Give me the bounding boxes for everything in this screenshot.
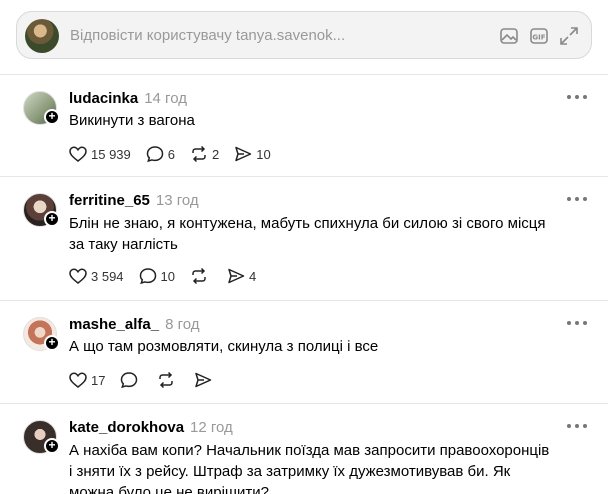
send-icon [228,268,245,284]
comment-actions: 3 594 10 4 [68,266,270,286]
more-options-icon[interactable] [567,95,587,101]
comment-icon [139,268,156,285]
comment-icon [121,372,138,389]
more-options-icon[interactable] [567,321,587,327]
follow-plus-icon[interactable]: + [44,109,60,125]
timestamp: 12 год [190,419,233,436]
svg-text:GIF: GIF [532,34,545,42]
reply-button[interactable] [119,370,142,390]
gif-icon[interactable]: GIF [528,25,550,47]
follow-plus-icon[interactable]: + [44,438,60,454]
repost-icon [192,267,206,285]
share-button[interactable] [193,370,216,390]
reply-count: 6 [167,146,175,162]
timestamp: 13 год [155,192,199,209]
heart-icon [69,372,87,388]
more-options-icon[interactable] [567,424,587,430]
more-options-icon[interactable] [567,197,587,203]
username-text[interactable]: ludacinka [69,90,138,107]
repost-button[interactable]: 2 [189,144,219,164]
repost-count: 2 [212,146,220,162]
repost-icon [159,371,174,389]
timestamp: 8 год [165,316,200,333]
share-button[interactable]: 10 [233,144,271,164]
comment-actions: 15 939 6 2 10 [68,144,285,164]
share-count: 10 [256,146,271,162]
username-text[interactable]: mashe_alfa_ [69,316,159,333]
comment-item: + ferritine_65 13 год Блін не знаю, я кон… [0,176,608,302]
comment-text: Блін не знаю, я контужена, мабуть спихну… [69,215,546,253]
comment-item: + mashe_alfa_ 8 год А що там розмовляти, … [0,300,608,404]
reply-avatar [25,19,59,53]
comment-text: Викинути з вагона [69,112,195,129]
share-count: 4 [249,268,257,284]
repost-icon [192,145,206,163]
follow-plus-icon[interactable]: + [44,211,60,227]
username-text[interactable]: ferritine_65 [69,192,150,209]
username[interactable]: ferritine_65 13 год [69,192,199,209]
send-icon [195,372,212,388]
timestamp: 14 год [144,90,187,107]
comment-item: + ludacinka 14 год Викинути з вагона 15 9… [0,74,608,184]
like-button[interactable]: 15 939 [68,144,131,164]
username[interactable]: ludacinka 14 год [69,90,187,107]
like-button[interactable]: 17 [68,370,105,390]
heart-icon [69,146,87,162]
like-button[interactable]: 3 594 [68,266,124,286]
comment-text: А що там розмовляти, скинула з полиці і … [69,338,379,355]
follow-plus-icon[interactable]: + [44,335,60,351]
expand-icon[interactable] [558,25,580,47]
reply-count: 10 [160,268,176,284]
heart-icon [69,268,87,284]
reply-bar[interactable]: Відповісти користувачу tanya.savenok... … [16,11,592,59]
reply-input[interactable]: Відповісти користувачу tanya.savenok... [70,27,345,44]
username[interactable]: mashe_alfa_ 8 год [69,316,199,333]
username-text[interactable]: kate_dorokhova [69,419,184,436]
like-count: 17 [91,372,106,388]
reply-button[interactable]: 10 [138,266,175,286]
like-count: 15 939 [91,146,131,162]
image-icon[interactable] [498,25,520,47]
comment-icon [146,146,164,163]
comment-actions: 17 [68,370,230,390]
send-icon [235,146,252,162]
username[interactable]: kate_dorokhova 12 год [69,419,233,436]
share-button[interactable]: 4 [226,266,256,286]
like-count: 3 594 [91,268,124,284]
comment-item: + kate_dorokhova 12 год А нахіба вам копи… [0,403,608,494]
repost-button[interactable] [189,266,212,286]
comment-text: А нахіба вам копи? Начальник поїзда мав … [69,442,550,494]
repost-button[interactable] [156,370,179,390]
reply-button[interactable]: 6 [145,144,175,164]
